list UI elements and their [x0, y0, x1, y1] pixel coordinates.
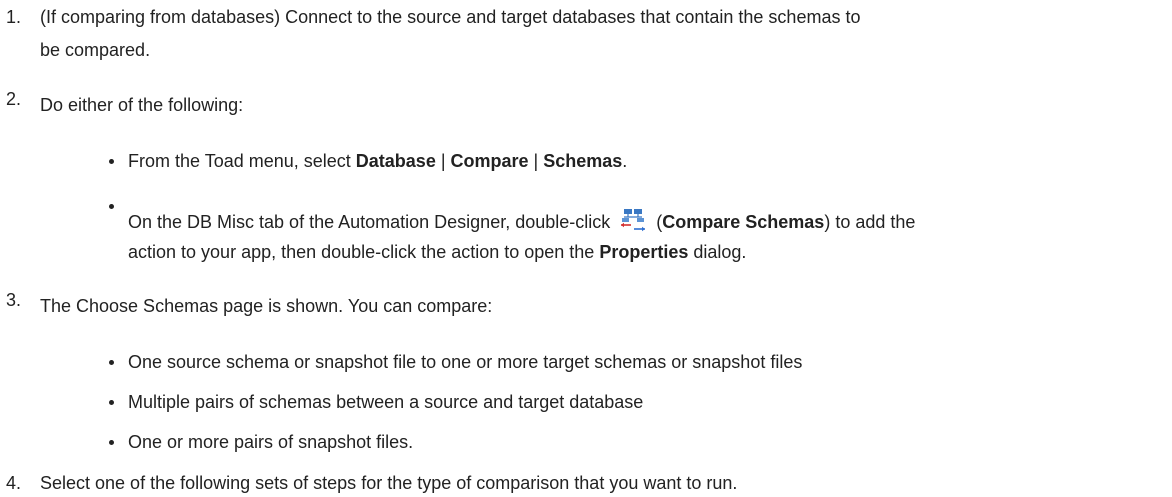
bullet-dot	[109, 360, 114, 365]
bullet-dot	[109, 440, 114, 445]
step-2-number: 2.	[6, 89, 22, 109]
step-4-number: 4.	[6, 473, 22, 493]
compare-schemas-icon	[618, 208, 648, 237]
document-page: { "steps": [ { "number": "1.", "lines": …	[0, 0, 1172, 497]
step-3-bullet-1: One source schema or snapshot file to on…	[128, 352, 803, 372]
bullet-dot	[109, 400, 114, 405]
step-1-number: 1.	[6, 7, 22, 27]
bullet-dot	[109, 204, 114, 209]
step-1-text-line-2: be compared.	[40, 40, 151, 60]
step-2-bullet-2-line-1: On the DB Misc tab of the Automation Des…	[128, 208, 915, 237]
step-3-bullet-3: One or more pairs of snapshot files.	[128, 432, 414, 452]
step-1-text-line-1: (If comparing from databases) Connect to…	[40, 7, 861, 27]
step-3-bullet-2: Multiple pairs of schemas between a sour…	[128, 392, 644, 412]
step-2-text: Do either of the following:	[40, 95, 244, 115]
bullet-dot	[109, 159, 114, 164]
step-2-bullet-1: From the Toad menu, select Database | Co…	[128, 151, 628, 171]
step-2-bullet-2-line-2: action to your app, then double-click th…	[128, 242, 747, 262]
step-4-text: Select one of the following sets of step…	[40, 473, 738, 493]
step-3-text: The Choose Schemas page is shown. You ca…	[40, 296, 493, 316]
step-3-number: 3.	[6, 290, 22, 310]
